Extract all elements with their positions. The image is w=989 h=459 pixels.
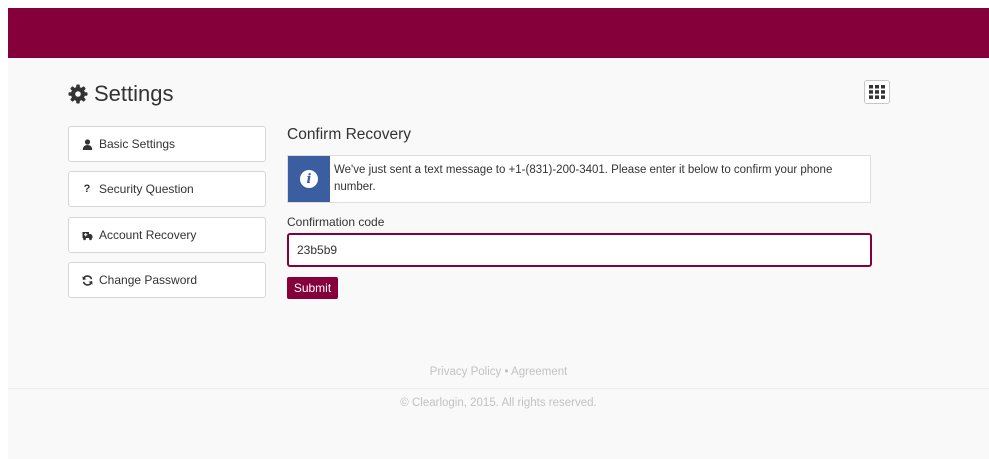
confirmation-code-label: Confirmation code [287, 215, 385, 229]
gear-icon [68, 84, 88, 104]
confirmation-code-input[interactable] [287, 233, 872, 267]
copyright-text: © Clearlogin, 2015. All rights reserved. [400, 397, 597, 409]
question-icon: ? [83, 183, 91, 195]
alert-message: We've just sent a text message to +1-(83… [334, 164, 833, 193]
footer-separator: • [504, 366, 509, 378]
sidebar-item-security-question[interactable]: ? Security Question [68, 171, 266, 207]
sidebar-item-change-password[interactable]: Change Password [68, 262, 266, 298]
sidebar-item-label: Change Password [99, 273, 198, 287]
section-title: Confirm Recovery [287, 126, 412, 143]
top-header-bar [8, 8, 989, 58]
grid-icon [869, 85, 885, 99]
page-title-text: Settings [94, 81, 174, 106]
sidebar-item-basic-settings[interactable]: Basic Settings [68, 126, 266, 162]
privacy-policy-link[interactable]: Privacy Policy [430, 366, 502, 378]
apps-grid-button[interactable] [864, 80, 890, 104]
info-alert: i We've just sent a text message to +1-(… [287, 155, 871, 203]
sidebar-item-account-recovery[interactable]: Account Recovery [68, 217, 266, 253]
sidebar-item-label: Basic Settings [99, 137, 176, 151]
refresh-icon [81, 274, 93, 286]
submit-button[interactable]: Submit [287, 277, 338, 299]
info-icon-box: i [288, 156, 330, 202]
ambulance-icon [81, 229, 93, 241]
page-title: Settings [68, 80, 174, 108]
sidebar-item-label: Account Recovery [99, 228, 197, 242]
agreement-link[interactable]: Agreement [511, 366, 567, 378]
footer-divider [8, 388, 989, 389]
sidebar-item-label: Security Question [99, 182, 194, 196]
info-icon: i [300, 170, 318, 188]
footer-links: Privacy Policy • Agreement [8, 366, 989, 378]
user-icon [81, 138, 93, 150]
